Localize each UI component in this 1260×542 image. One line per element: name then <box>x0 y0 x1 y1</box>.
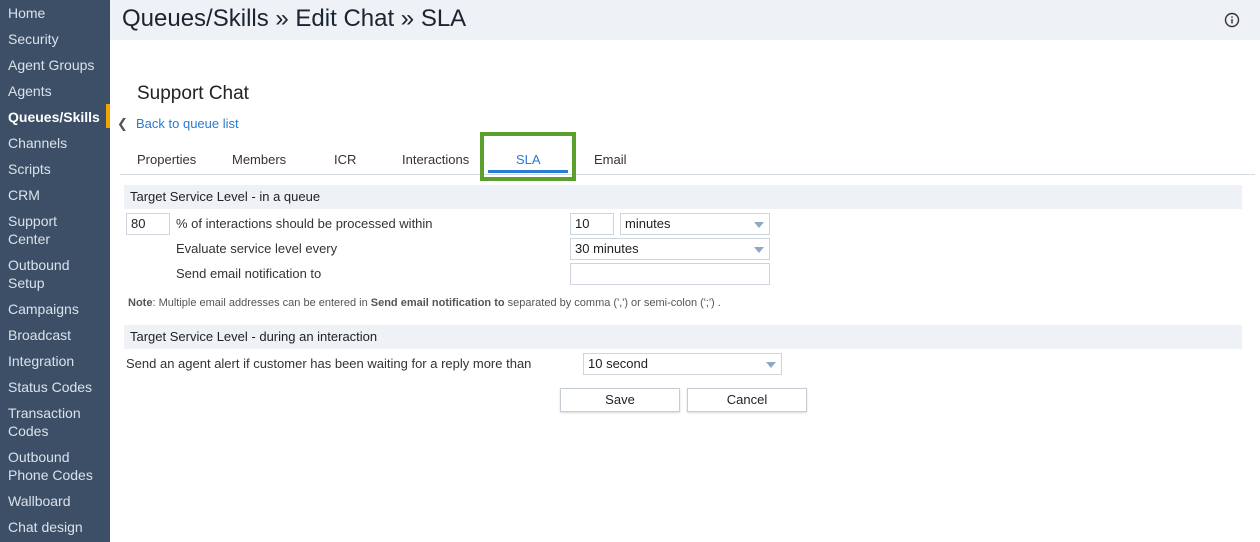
caret-down-icon <box>754 222 764 228</box>
page-header: Queues/Skills » Edit Chat » SLA <box>110 0 1260 40</box>
sidebar-item-outbound-setup[interactable]: Outbound Setup <box>0 256 80 292</box>
percent-input[interactable]: 80 <box>126 213 170 235</box>
queue-name: Support Chat <box>137 83 249 104</box>
percent-label: % of interactions should be processed wi… <box>176 216 433 231</box>
evaluate-value: 30 minutes <box>575 241 639 256</box>
interaction-section-header: Target Service Level - during an interac… <box>124 325 1242 349</box>
page-title: Queues/Skills » Edit Chat » SLA <box>122 5 467 32</box>
tab-email[interactable]: Email <box>594 152 627 167</box>
cancel-button[interactable]: Cancel <box>687 388 807 412</box>
tab-bar: Properties Members ICR Interactions SLA … <box>120 140 1255 175</box>
sidebar-item-chat-design[interactable]: Chat design <box>0 518 110 536</box>
tab-icr[interactable]: ICR <box>334 152 356 167</box>
back-link-label: Back to queue list <box>136 116 239 131</box>
sidebar-item-agent-groups[interactable]: Agent Groups <box>0 56 110 74</box>
sidebar-item-scripts[interactable]: Scripts <box>0 160 110 178</box>
sidebar-item-channels[interactable]: Channels <box>0 134 110 152</box>
sidebar-active-indicator <box>106 104 110 128</box>
caret-down-icon <box>754 247 764 253</box>
info-icon[interactable] <box>1224 12 1240 28</box>
sidebar-item-integration[interactable]: Integration <box>0 352 110 370</box>
sidebar-item-agents[interactable]: Agents <box>0 82 110 100</box>
evaluate-label: Evaluate service level every <box>176 241 338 256</box>
alert-value: 10 second <box>588 356 648 371</box>
sidebar-item-queues-skills[interactable]: Queues/Skills <box>0 108 110 126</box>
tab-interactions[interactable]: Interactions <box>402 152 469 167</box>
active-tab-underline <box>488 170 568 173</box>
sidebar: Home Security Agent Groups Agents Queues… <box>0 0 110 542</box>
within-value-input[interactable]: 10 <box>570 213 614 235</box>
save-button[interactable]: Save <box>560 388 680 412</box>
sidebar-item-broadcast[interactable]: Broadcast <box>0 326 110 344</box>
sidebar-item-crm[interactable]: CRM <box>0 186 110 204</box>
note-text-1: : Multiple email addresses can be entere… <box>152 297 371 309</box>
email-notification-input[interactable] <box>570 263 770 285</box>
active-tab-highlight <box>480 132 576 181</box>
queue-section-header: Target Service Level - in a queue <box>124 185 1242 209</box>
evaluate-select[interactable]: 30 minutes <box>570 238 770 260</box>
back-to-queue-list-link[interactable]: ❮ Back to queue list <box>117 116 239 132</box>
tab-properties[interactable]: Properties <box>137 152 196 167</box>
sidebar-item-wallboard[interactable]: Wallboard <box>0 492 110 510</box>
email-label: Send email notification to <box>176 266 322 281</box>
caret-down-icon <box>766 362 776 368</box>
note-bold: Send email notification to <box>370 297 505 309</box>
sidebar-item-support-center[interactable]: Support Center <box>0 212 80 248</box>
sidebar-item-home[interactable]: Home <box>0 4 110 22</box>
sidebar-item-campaigns[interactable]: Campaigns <box>0 300 110 318</box>
within-unit-value: minutes <box>625 216 671 231</box>
sidebar-item-transaction-codes[interactable]: Transaction Codes <box>0 404 90 440</box>
tab-members[interactable]: Members <box>232 152 286 167</box>
alert-label: Send an agent alert if customer has been… <box>126 356 532 371</box>
within-unit-select[interactable]: minutes <box>620 213 770 235</box>
note-text: Note: Multiple email addresses can be en… <box>128 297 721 309</box>
sidebar-item-security[interactable]: Security <box>0 30 110 48</box>
sidebar-item-status-codes[interactable]: Status Codes <box>0 378 110 396</box>
note-prefix: Note <box>128 297 153 309</box>
note-text-2: separated by comma (',') or semi-colon (… <box>504 297 721 309</box>
alert-select[interactable]: 10 second <box>583 353 782 375</box>
chevron-left-icon: ❮ <box>117 116 128 131</box>
sidebar-item-outbound-phone-codes[interactable]: Outbound Phone Codes <box>0 448 100 484</box>
